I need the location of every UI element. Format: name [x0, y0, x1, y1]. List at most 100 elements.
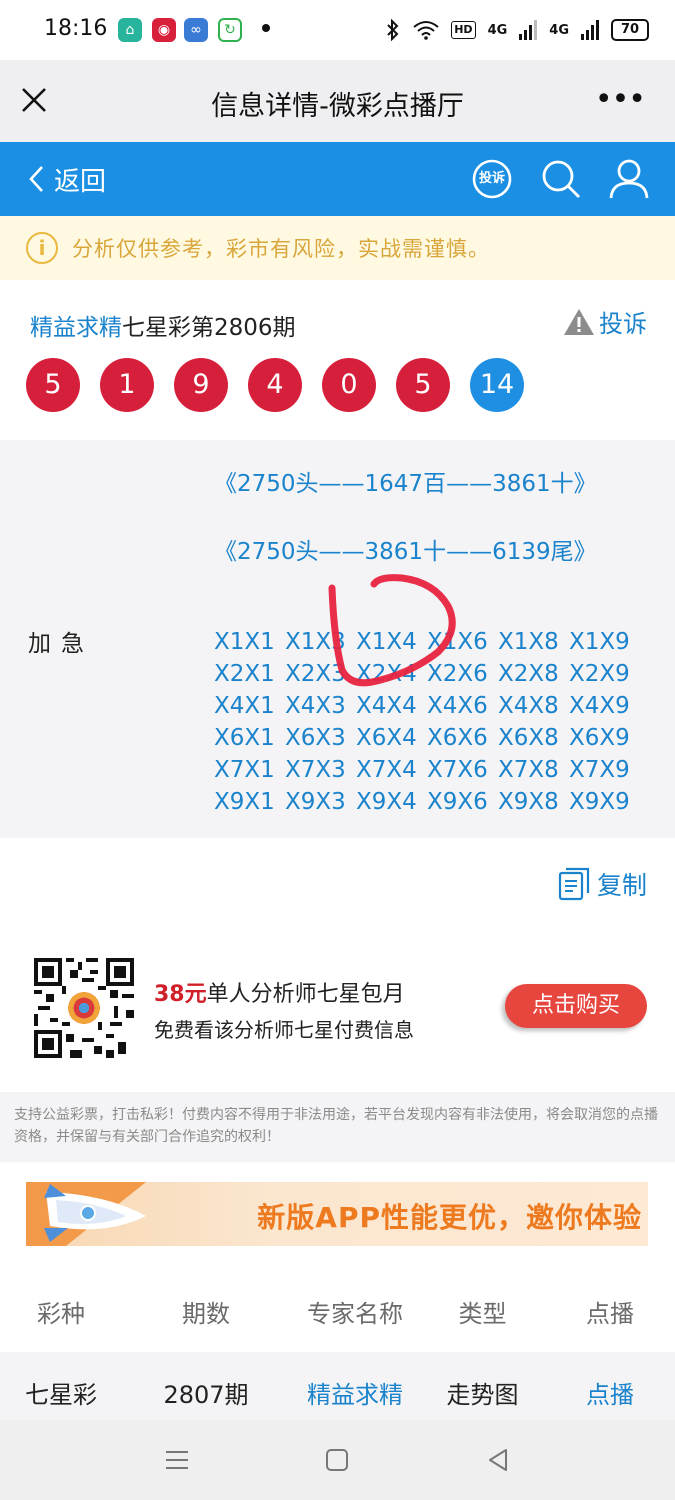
- network-label-1: 4G: [487, 22, 508, 38]
- handwritten-scribble: [328, 574, 456, 687]
- draw-result-balls: 5 1 9 4 0 5 14: [26, 358, 524, 412]
- combo-item: X2X8: [498, 661, 559, 687]
- menu-icon[interactable]: [163, 1446, 191, 1474]
- battery-indicator: 70: [611, 19, 649, 41]
- notification-dot: [262, 24, 270, 32]
- combo-item: X7X6: [427, 757, 488, 783]
- more-menu-button[interactable]: •••: [595, 85, 646, 115]
- combo-item: X7X9: [569, 757, 630, 783]
- promo-title-text: 单人分析师七星包月: [206, 982, 405, 1007]
- copy-button[interactable]: 复制: [557, 866, 647, 902]
- search-icon[interactable]: [540, 158, 582, 200]
- home-app-icon: ⌂: [118, 18, 142, 42]
- status-indicators: HD 4G 4G 70: [385, 16, 649, 44]
- column-header: 期数: [182, 1299, 230, 1328]
- notice-text: 分析仅供参考，彩市有风险，实战需谨慎。: [72, 237, 490, 261]
- combo-item: X9X8: [498, 789, 559, 815]
- result-ball: 4: [248, 358, 302, 412]
- nav-bar: 返回 投诉: [0, 142, 675, 216]
- complain-button[interactable]: 投诉: [563, 304, 647, 339]
- issue-heading: 精益求精七星彩第2806期: [30, 308, 296, 342]
- qr-code-icon: [34, 958, 134, 1058]
- green-app-icon: ↻: [218, 18, 242, 42]
- combo-item: X4X1: [214, 693, 275, 719]
- user-icon[interactable]: [608, 158, 650, 200]
- combo-item: X6X8: [498, 725, 559, 751]
- promo-subtitle: 免费看该分析师七星付费信息: [154, 1018, 414, 1042]
- complain-icon-button[interactable]: 投诉: [471, 158, 513, 200]
- home-icon[interactable]: [323, 1446, 351, 1474]
- result-ball: 9: [174, 358, 228, 412]
- combo-item: X1X8: [498, 629, 559, 655]
- urgent-label: 加急: [28, 631, 94, 657]
- red-app-icon: ◉: [152, 18, 176, 42]
- copy-icon: [558, 867, 590, 901]
- rocket-icon: [26, 1182, 146, 1246]
- result-ball: 0: [322, 358, 376, 412]
- promo-price: 38元: [154, 982, 207, 1007]
- combo-item: X7X3: [285, 757, 346, 783]
- table-header: 彩种 期数 专家名称 类型 点播: [0, 1270, 675, 1352]
- copy-label: 复制: [596, 871, 647, 900]
- infinity-app-icon: ∞: [184, 18, 208, 42]
- combo-item: X7X8: [498, 757, 559, 783]
- combo-item: X4X9: [569, 693, 630, 719]
- hd-badge: HD: [451, 21, 476, 39]
- result-ball: 5: [396, 358, 450, 412]
- combo-item: X1X1: [214, 629, 275, 655]
- signal-icon: [519, 20, 538, 40]
- column-header: 点播: [586, 1299, 634, 1328]
- combo-item: X2X1: [214, 661, 275, 687]
- result-ball-blue: 14: [470, 358, 524, 412]
- complain-label: 投诉: [599, 310, 647, 338]
- column-header: 类型: [458, 1299, 507, 1328]
- wifi-icon: [413, 21, 439, 40]
- combo-item: X9X1: [214, 789, 275, 815]
- subscription-promo: 38元单人分析师七星包月 免费看该分析师七星付费信息 点击购买: [0, 928, 675, 1092]
- column-header: 彩种: [37, 1299, 85, 1328]
- column-header: 专家名称: [307, 1299, 403, 1328]
- status-time: 18:16: [44, 16, 108, 41]
- page-title: 信息详情-微彩点播厅: [211, 91, 464, 122]
- combo-item: X6X1: [214, 725, 275, 751]
- warning-icon: [564, 308, 594, 335]
- banner-text: 新版APP性能更优，邀你体验: [257, 1201, 642, 1234]
- status-bar: 18:16 ⌂ ◉ ∞ ↻ HD 4G 4G 70: [0, 0, 675, 60]
- combo-item: X6X4: [356, 725, 417, 751]
- combo-item: X7X4: [356, 757, 417, 783]
- info-icon: i: [26, 232, 58, 264]
- combo-item: X6X3: [285, 725, 346, 751]
- combo-item: X9X6: [427, 789, 488, 815]
- title-bar: 信息详情-微彩点播厅 •••: [0, 60, 675, 142]
- signal-icon-2: [581, 20, 599, 40]
- back-triangle-icon[interactable]: [484, 1446, 512, 1474]
- system-navigation-bar: [0, 1420, 675, 1500]
- route-line-1: 《2750头——1647百——3861十》: [214, 471, 597, 497]
- app-banner[interactable]: 新版APP性能更优，邀你体验: [26, 1182, 648, 1246]
- combo-item: X9X3: [285, 789, 346, 815]
- expert-name-link[interactable]: 精益求精: [30, 315, 122, 341]
- combo-item: X6X9: [569, 725, 630, 751]
- copy-area: 复制: [0, 838, 675, 928]
- combo-item: X4X8: [498, 693, 559, 719]
- risk-notice: i 分析仅供参考，彩市有风险，实战需谨慎。: [0, 216, 675, 280]
- complain-badge-label: 投诉: [478, 171, 505, 186]
- combo-item: X2X9: [569, 661, 630, 687]
- chevron-left-icon: [29, 166, 43, 192]
- combo-item: X9X4: [356, 789, 417, 815]
- back-label: 返回: [54, 166, 107, 197]
- combo-item: X1X9: [569, 629, 630, 655]
- network-label-2: 4G: [549, 22, 569, 38]
- disclaimer: 支持公益彩票，打击私彩！付费内容不得用于非法用途，若平台发现内容有非法使用，将会…: [0, 1092, 675, 1162]
- analysis-content: 《2750头——1647百——3861十》 《2750头——3861十——613…: [0, 440, 675, 838]
- combo-item: X7X1: [214, 757, 275, 783]
- back-button[interactable]: 返回: [28, 142, 106, 216]
- issue-title: 七星彩第2806期: [122, 315, 296, 341]
- combo-item: X9X9: [569, 789, 630, 815]
- result-ball: 1: [100, 358, 154, 412]
- route-line-2: 《2750头——3861十——6139尾》: [214, 539, 597, 565]
- result-ball: 5: [26, 358, 80, 412]
- issue-info: 精益求精七星彩第2806期 投诉 5 1 9 4 0 5 14: [0, 280, 675, 440]
- bluetooth-icon: [387, 19, 399, 41]
- buy-button[interactable]: 点击购买: [505, 984, 647, 1028]
